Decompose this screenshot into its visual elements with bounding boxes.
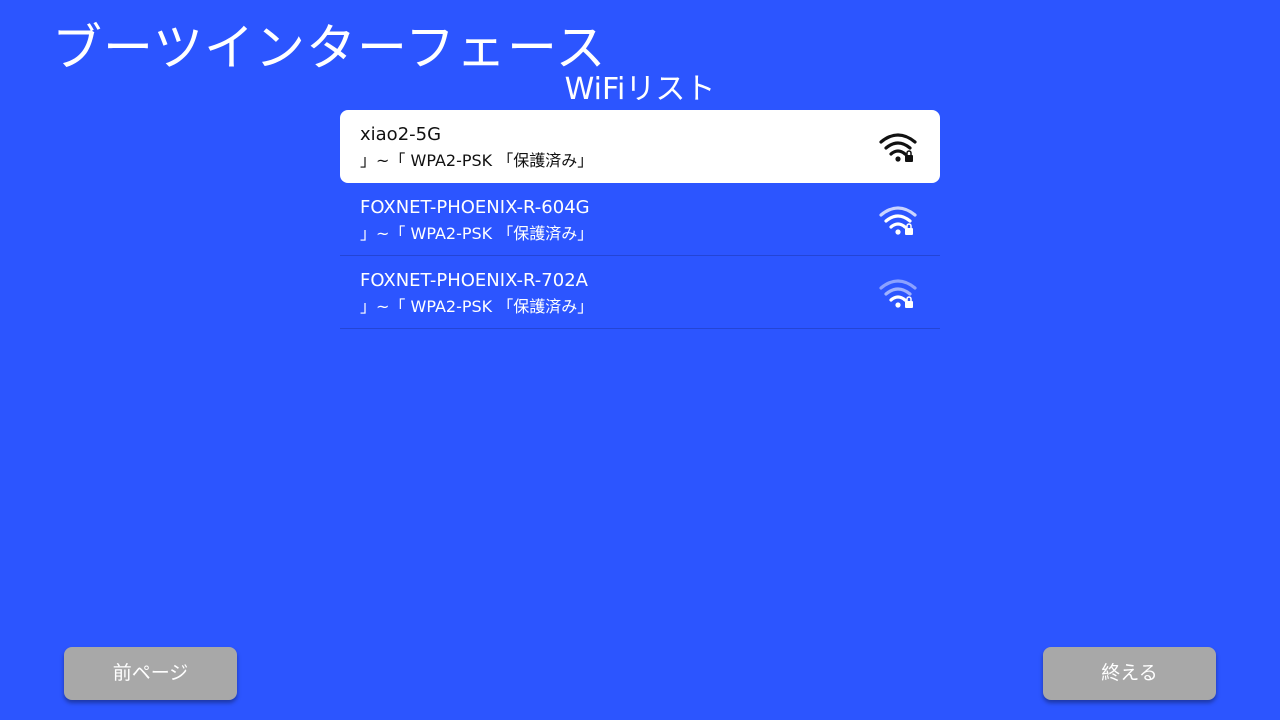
- wifi-list: xiao2-5G 」~「 WPA2-PSK 「保護済み」 FOXNET-PHOE…: [340, 110, 940, 329]
- previous-page-button[interactable]: 前ページ: [64, 647, 237, 700]
- wifi-ssid: FOXNET-PHOENIX-R-702A: [360, 270, 588, 291]
- wifi-ssid: FOXNET-PHOENIX-R-604G: [360, 197, 590, 218]
- wifi-list-title: WiFiリスト: [564, 72, 716, 107]
- wifi-security: 」~「 WPA2-PSK 「保護済み」: [360, 297, 594, 316]
- wifi-security: 」~「 WPA2-PSK 「保護済み」: [360, 224, 594, 243]
- wifi-item-xiao2-5g[interactable]: xiao2-5G 」~「 WPA2-PSK 「保護済み」: [340, 110, 940, 183]
- page-title: ブーツインターフェース: [52, 19, 607, 77]
- wifi-strong-icon: [879, 133, 917, 162]
- wifi-weak-icon: [879, 279, 917, 308]
- wifi-ssid: xiao2-5G: [360, 124, 442, 145]
- finish-button[interactable]: 終える: [1043, 647, 1216, 700]
- wifi-security: 」~「 WPA2-PSK 「保護済み」: [360, 151, 594, 170]
- wifi-medium-icon: [879, 206, 917, 235]
- wifi-item-foxnet-702a[interactable]: FOXNET-PHOENIX-R-702A 」~「 WPA2-PSK 「保護済み…: [340, 256, 940, 329]
- wifi-item-foxnet-604g[interactable]: FOXNET-PHOENIX-R-604G 」~「 WPA2-PSK 「保護済み…: [340, 183, 940, 256]
